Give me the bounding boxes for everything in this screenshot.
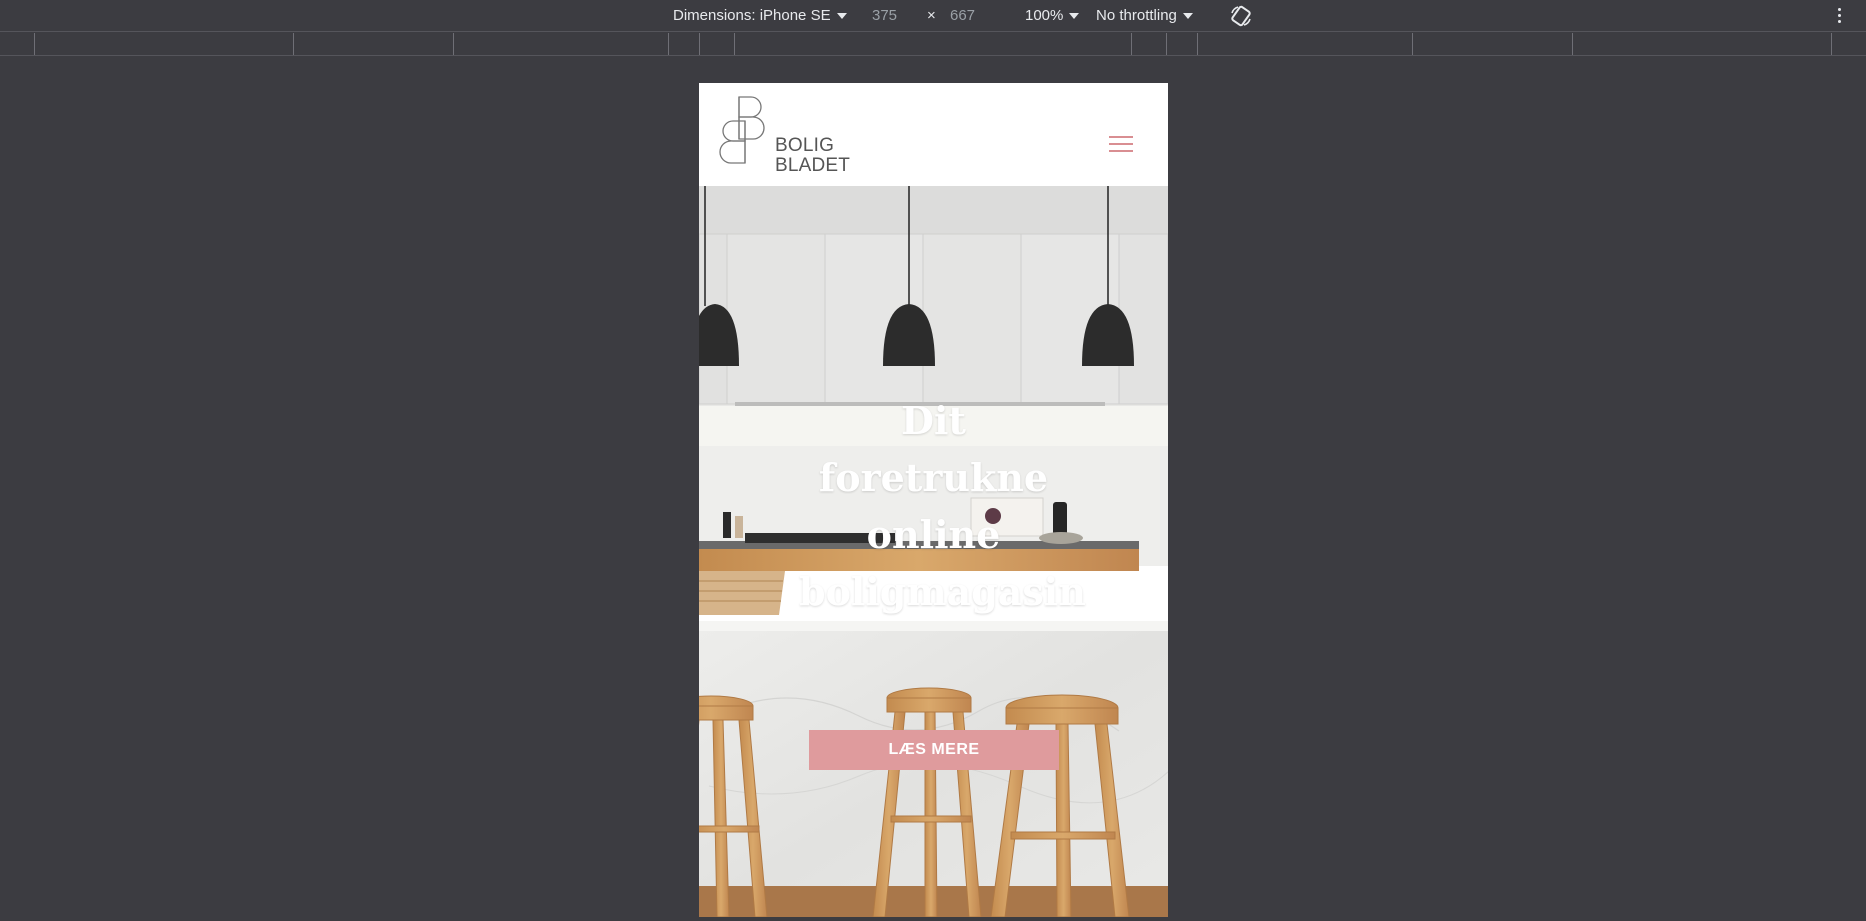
rotate-icon[interactable] bbox=[1229, 4, 1253, 28]
read-more-button[interactable]: LÆS MERE bbox=[809, 730, 1059, 770]
chevron-down-icon bbox=[836, 13, 847, 20]
mq-divider bbox=[668, 33, 669, 55]
mq-divider bbox=[1131, 33, 1132, 55]
mq-divider bbox=[1412, 33, 1413, 55]
throttling-select[interactable]: No throttling bbox=[1096, 0, 1193, 32]
mq-divider bbox=[699, 33, 700, 55]
mq-divider bbox=[1197, 33, 1198, 55]
chevron-down-icon bbox=[1182, 13, 1193, 20]
logo-mark-icon bbox=[719, 96, 765, 164]
height-input[interactable]: 667 bbox=[950, 0, 975, 32]
times-sign: × bbox=[927, 7, 936, 24]
boligbladet-logo[interactable]: BOLIG BLADET bbox=[711, 95, 850, 176]
more-options-icon[interactable] bbox=[1838, 8, 1842, 24]
width-input[interactable]: 375 bbox=[872, 0, 897, 32]
throttling-label: No throttling bbox=[1096, 7, 1177, 24]
chevron-down-icon bbox=[1069, 13, 1080, 20]
mq-divider bbox=[453, 33, 454, 55]
device-select[interactable]: Dimensions: iPhone SE bbox=[673, 0, 847, 32]
logo-wordmark: BOLIG BLADET bbox=[775, 136, 850, 176]
mq-divider bbox=[1572, 33, 1573, 55]
mq-divider bbox=[293, 33, 294, 55]
media-query-bar bbox=[0, 33, 1866, 56]
mq-divider bbox=[1166, 33, 1167, 55]
devtools-device-toolbar: Dimensions: iPhone SE 375 × 667 100% No … bbox=[0, 0, 1866, 32]
hero-title: Dit foretrukne online boligmagasin bbox=[799, 398, 1086, 614]
hero-section: Dit foretrukne online boligmagasin LÆS M… bbox=[699, 186, 1168, 917]
mq-divider bbox=[1831, 33, 1832, 55]
site-header: BOLIG BLADET bbox=[699, 83, 1168, 186]
logo-line-bolig: BOLIG bbox=[775, 135, 835, 156]
logo-line-bladet: BLADET bbox=[775, 155, 851, 176]
hamburger-menu-icon[interactable] bbox=[1109, 136, 1133, 154]
zoom-label: 100% bbox=[1025, 7, 1064, 24]
zoom-select[interactable]: 100% bbox=[1025, 0, 1080, 32]
device-viewport: BOLIG BLADET Dit foretrukne online bolig… bbox=[699, 83, 1168, 917]
mq-divider bbox=[34, 33, 35, 55]
device-select-label: Dimensions: iPhone SE bbox=[673, 7, 831, 24]
mq-divider bbox=[734, 33, 735, 55]
